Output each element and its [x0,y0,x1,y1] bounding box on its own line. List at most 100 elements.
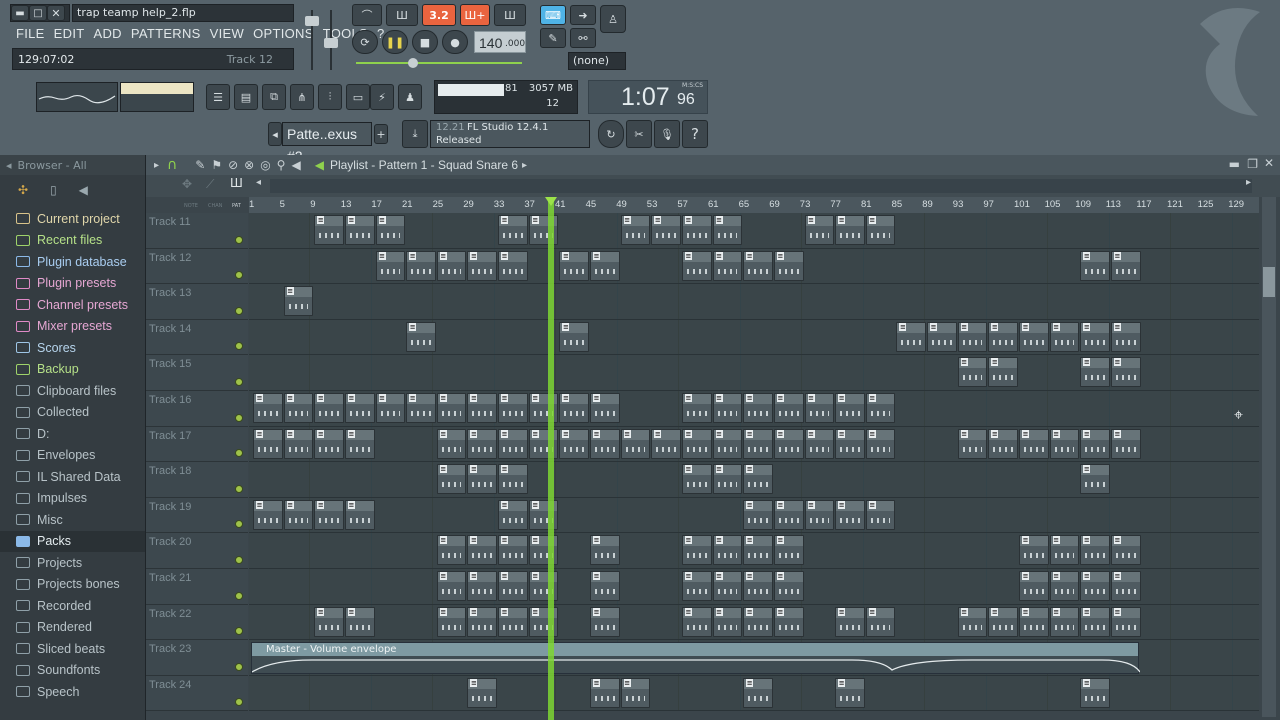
track-header[interactable]: Track 15 [146,355,248,391]
track-header[interactable]: Track 20 [146,533,248,569]
track-mute-led[interactable] [235,591,243,600]
pattern-clip[interactable]: ≡ [681,571,712,601]
pattern-clip[interactable]: ≡ [1080,357,1110,388]
pattern-clip[interactable]: ≡ [681,393,712,423]
pattern-clip[interactable]: ≡ [743,677,773,708]
pattern-clip[interactable]: ≡ [743,428,773,459]
pattern-clip[interactable]: ≡ [498,393,528,423]
pattern-clip[interactable]: ≡ [467,393,498,423]
browser-item[interactable]: Clipboard files [0,380,145,402]
pattern-clip[interactable]: ≡ [436,571,467,601]
pattern-clip[interactable]: ≡ [590,677,620,708]
pattern-clip[interactable]: ≡ [344,428,375,459]
pencil-icon[interactable]: ✎ [540,28,566,48]
pattern-clip[interactable]: ≡ [344,215,375,245]
browser-file-icon[interactable]: ▯ [50,183,57,197]
pattern-clip[interactable]: ≡ [743,464,773,495]
browser-item[interactable]: Misc [0,509,145,531]
browser-item[interactable]: Plugin database [0,251,145,273]
blend-notes-button[interactable]: Ш+ [460,4,490,26]
plugin-icon[interactable]: ⚡ [370,84,394,110]
pattern-clip[interactable]: ≡ [467,535,498,566]
pattern-clip[interactable]: ≡ [681,428,712,459]
pattern-clip[interactable]: ≡ [1110,428,1141,459]
pattern-clip[interactable]: ≡ [559,321,590,352]
pattern-clip[interactable]: ≡ [712,393,743,423]
pattern-clip[interactable]: ≡ [835,215,865,245]
menu-patterns[interactable]: PATTERNS [131,26,201,41]
pattern-clip[interactable]: ≡ [957,321,988,352]
browser-item[interactable]: IL Shared Data [0,466,145,488]
track-lane[interactable]: ≡ [249,284,1259,320]
pattern-clip[interactable]: ≡ [1110,357,1141,388]
mixer-icon[interactable]: ⋔ [290,84,314,110]
pattern-clip[interactable]: ≡ [406,250,436,281]
news-panel[interactable]: 12.21 FL Studio 12.4.1 Released [430,120,590,148]
pattern-clip[interactable]: ≡ [498,535,528,566]
time-display[interactable]: 1:07 96 M:S:CS [588,80,708,114]
slash-icon[interactable]: ⟋ [206,177,214,192]
track-mute-led[interactable] [235,235,243,244]
track-header[interactable]: Track 13 [146,284,248,320]
link-icon[interactable]: ⚯ [570,28,596,48]
playlist-menu-arrow-icon[interactable]: ▸ [154,160,159,171]
browser-item[interactable]: Projects bones [0,574,145,596]
pattern-clip-icon[interactable]: Ш [230,176,243,190]
add-pattern-icon[interactable]: + [374,124,388,144]
menu-edit[interactable]: EDIT [54,26,85,41]
pattern-clip[interactable]: ≡ [1080,428,1110,459]
pattern-clip[interactable]: ≡ [620,428,651,459]
pattern-clip[interactable]: ≡ [590,606,620,637]
track-lane[interactable]: ≡ ≡ ≡ ≡ ≡ ≡ ≡ ≡ ≡ ≡ ≡ ≡ ≡ [249,569,1259,605]
pattern-clip[interactable]: ≡ [590,250,620,281]
pattern-clip[interactable]: ≡ [436,535,467,566]
browser-item[interactable]: Mixer presets [0,316,145,338]
browser-item[interactable]: Recorded [0,595,145,617]
pattern-clip[interactable]: ≡ [865,428,896,459]
mixer-faders-icon[interactable]: ⫶ [318,84,342,110]
automation-clip[interactable]: Master - Volume envelope [251,642,1140,675]
track-lane[interactable]: ≡ ≡ ≡ ≡ ≡ ≡ ≡ ≡ ≡ ≡ ≡ ≡ ≡ [249,248,1259,285]
tempo-tapper-icon[interactable]: ♟ [398,84,422,110]
pattern-clip[interactable]: ≡ [498,571,528,601]
browser-item[interactable]: Sliced beats [0,638,145,660]
pattern-clip[interactable]: ≡ [1019,571,1049,601]
pattern-clip[interactable]: ≡ [467,677,498,708]
pattern-clip[interactable]: ≡ [1110,321,1141,352]
track-lane[interactable]: Master - Volume envelope [249,640,1259,676]
pattern-clip[interactable]: ≡ [804,499,835,530]
track-lane[interactable]: ≡ ≡ ≡ ≡ ≡ ≡ ≡ [249,462,1259,498]
pattern-clip[interactable]: ≡ [467,571,498,601]
pattern-clip[interactable]: ≡ [773,428,804,459]
wait-input-icon[interactable]: Ш [386,4,418,26]
pattern-clip[interactable]: ≡ [743,606,773,637]
pattern-clip[interactable]: ≡ [896,321,927,352]
metronome-icon[interactable]: ⌒ [352,4,382,26]
menu-view[interactable]: VIEW [210,26,244,41]
browser-item[interactable]: Projects [0,552,145,574]
track-mute-led[interactable] [235,662,243,671]
pattern-clip[interactable]: ≡ [743,250,773,281]
pattern-clip[interactable]: ≡ [467,464,498,495]
track-mute-led[interactable] [235,698,243,707]
pattern-clip[interactable]: ≡ [957,357,988,388]
pattern-clip[interactable]: ≡ [651,215,681,245]
pattern-clip[interactable]: ≡ [314,215,344,245]
pattern-clip[interactable]: ≡ [835,393,865,423]
track-header[interactable]: Track 12 [146,248,248,285]
track-mute-led[interactable] [235,520,243,529]
pattern-clip[interactable]: ≡ [712,215,743,245]
track-lane[interactable]: ≡ ≡ ≡ ≡ ≡ ≡ [249,675,1259,712]
maximize-icon[interactable]: □ [29,5,47,21]
pattern-clip[interactable]: ≡ [1080,677,1110,708]
pattern-clip[interactable]: ≡ [773,606,804,637]
pattern-clip[interactable]: ≡ [1110,571,1141,601]
channel-rack-icon[interactable]: ⧉ [262,84,286,110]
browser-item[interactable]: Scores [0,337,145,359]
pattern-clip[interactable]: ≡ [498,499,528,530]
track-header[interactable]: Track 11 [146,213,248,249]
pattern-clip[interactable]: ≡ [712,606,743,637]
vertical-scrollbar[interactable] [1262,197,1276,717]
pattern-clip[interactable]: ≡ [743,571,773,601]
pattern-clip[interactable]: ≡ [712,464,743,495]
